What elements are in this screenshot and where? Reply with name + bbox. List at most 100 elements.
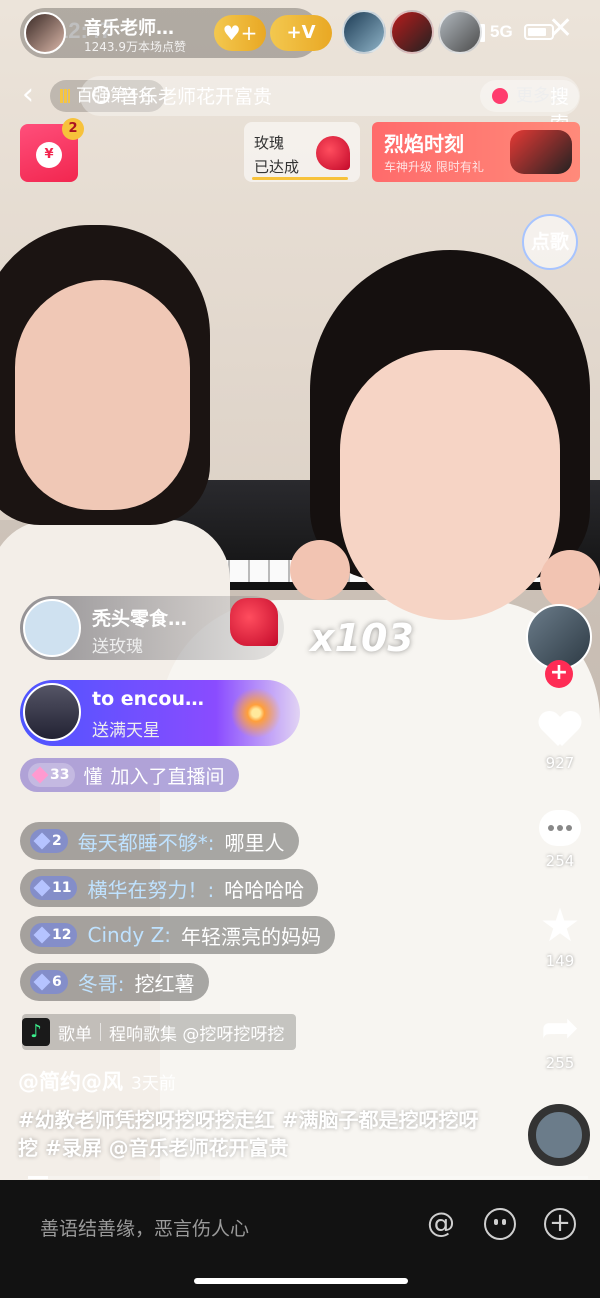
rose-goal-status: 已达成 [254, 158, 300, 176]
host-name: 音乐老师… [84, 18, 174, 39]
viewer-avatar[interactable] [342, 10, 386, 54]
gift-action: 送满天星 [92, 721, 160, 741]
star-icon: ★ [539, 898, 581, 952]
person-right-face [340, 350, 560, 620]
follow-plus-icon[interactable]: + [545, 660, 573, 688]
level-badge: 6 [30, 970, 68, 994]
favorite-button[interactable]: ★ 149 [528, 902, 592, 970]
divider [100, 1023, 101, 1041]
host-likes: 1243.9万本场点赞 [84, 40, 186, 54]
like-button[interactable]: 927 [528, 708, 592, 772]
starry-sky-gift-icon [226, 684, 286, 742]
comment-user[interactable]: Cindy Z: [87, 923, 171, 947]
comment-text: 挖红薯 [134, 971, 195, 996]
gift-sender-avatar[interactable] [23, 683, 81, 741]
comment-user[interactable]: 横华在努力！: [87, 874, 214, 903]
level-number: 33 [50, 767, 70, 783]
level-badge: 12 [30, 923, 78, 947]
hand-left [290, 540, 350, 600]
playlist-bar[interactable]: ♪ 歌单 程响歌集 @挖呀挖呀挖 [22, 1014, 297, 1050]
coin-icon: ¥ [36, 142, 62, 168]
playlist-song: 程响歌集 @挖呀挖呀挖 [109, 1024, 285, 1045]
video-progress[interactable] [28, 1176, 588, 1179]
share-button[interactable]: ➦ 255 [528, 1004, 592, 1072]
viewer-avatar[interactable] [438, 10, 482, 54]
fan-club-button[interactable]: ♥+ [214, 15, 266, 51]
mention-icon[interactable]: @ [424, 1206, 458, 1240]
comment-text: 哈哈哈哈 [224, 877, 305, 902]
comment-button[interactable]: 254 [528, 806, 592, 870]
chat-comment[interactable]: 2 每天都睡不够*: 哪里人 [20, 822, 299, 860]
close-icon[interactable]: ✕ [548, 14, 573, 44]
car-icon [510, 130, 572, 174]
gem-icon [33, 973, 51, 991]
gem-icon [33, 832, 51, 850]
person-left-face [15, 280, 190, 510]
level-number: 12 [52, 927, 72, 943]
music-disc-icon[interactable] [528, 1104, 590, 1166]
gift-sender-avatar[interactable] [23, 599, 81, 657]
host-avatar[interactable] [24, 12, 66, 54]
viewer-avatars[interactable] [342, 10, 482, 54]
heart-icon [540, 712, 580, 748]
rose-gift-icon [230, 598, 278, 646]
level-badge: 2 [30, 829, 68, 853]
share-icon: ➦ [540, 1000, 580, 1054]
search-icon [92, 86, 110, 104]
gift-action: 送玫瑰 [92, 637, 143, 657]
back-icon[interactable]: ‹ [22, 76, 34, 114]
join-user[interactable]: 懂 [83, 762, 102, 789]
red-packet-button[interactable]: ¥ 2 [20, 118, 84, 182]
like-count: 927 [545, 754, 575, 772]
viewer-avatar[interactable] [390, 10, 434, 54]
comment-count: 254 [545, 852, 575, 870]
level-number: 11 [52, 880, 72, 896]
level-badge: 11 [30, 876, 78, 900]
gift-notification[interactable]: to encou… 送满天星 [20, 680, 300, 746]
favorite-count: 149 [545, 952, 575, 970]
music-note-icon: ♪ [22, 1018, 50, 1046]
comment-user[interactable]: 冬哥: [78, 968, 125, 997]
emoji-icon[interactable] [484, 1208, 516, 1240]
post-time: 3天前 [131, 1074, 176, 1094]
video-caption[interactable]: #幼教老师凭挖呀挖呀挖走红 #满脑子都是挖呀挖呀挖 #录屏 @音乐老师花开富贵 [18, 1106, 498, 1162]
rose-goal-card[interactable]: 玫瑰 已达成 [244, 122, 360, 182]
level-number: 2 [52, 833, 62, 849]
gem-icon [33, 879, 51, 897]
gift-combo-count: x103 [310, 616, 414, 660]
follow-button[interactable]: +V [270, 15, 332, 51]
join-text: 加入了直播间 [110, 765, 225, 788]
chat-comment[interactable]: 11 横华在努力！: 哈哈哈哈 [20, 869, 319, 907]
plus-icon[interactable]: + [544, 1208, 576, 1240]
chat-comment[interactable]: 6 冬哥: 挖红薯 [20, 963, 209, 1001]
event-banner[interactable]: 烈焰时刻 车神升级 限时有礼 [372, 122, 580, 182]
host-capsule[interactable]: 音乐老师… 1243.9万本场点赞 ♥+ +V [20, 8, 332, 58]
comment-input[interactable]: 善语结善缘，恶言伤人心 [40, 1214, 249, 1241]
comment-user[interactable]: 每天都睡不够*: [78, 827, 215, 856]
gift-sender-name: 秃头零食… [92, 608, 188, 630]
level-number: 6 [52, 974, 62, 990]
gem-icon [33, 926, 51, 944]
gem-icon [31, 766, 49, 784]
event-subtitle: 车神升级 限时有礼 [384, 160, 484, 174]
song-request-button[interactable]: 点歌 [522, 214, 578, 270]
share-count: 255 [545, 1054, 575, 1072]
gift-sender-name: to encou… [92, 688, 205, 710]
network-type: 5G [490, 22, 513, 41]
join-message: 33 懂 加入了直播间 [20, 758, 239, 792]
hand-right [540, 550, 600, 610]
playlist-label: 歌单 [58, 1024, 92, 1045]
search-query: 音乐老师花开富贵 [120, 86, 273, 108]
search-row: ‹ 百强第4名 音乐老师花开富贵 更多关 搜索 [22, 76, 582, 135]
gift-notification[interactable]: 秃头零食… 送玫瑰 [20, 596, 284, 660]
home-indicator [194, 1278, 408, 1284]
rose-goal-title: 玫瑰 [254, 134, 285, 152]
level-badge: 33 [28, 763, 76, 787]
event-title: 烈焰时刻 [384, 132, 464, 156]
comment-icon [539, 810, 581, 846]
author-name[interactable]: @简约@风 [18, 1070, 123, 1094]
live-video[interactable]: 12:47 5G 音乐老师… 1243.9万本场点赞 ♥+ +V ✕ ‹ 百强第… [0, 0, 600, 1180]
search-input[interactable]: 音乐老师花开富贵 更多关 搜索 [80, 76, 580, 135]
chat-comment[interactable]: 12 Cindy Z: 年轻漂亮的妈妈 [20, 916, 336, 954]
author-line[interactable]: @简约@风 3天前 [18, 1066, 176, 1096]
